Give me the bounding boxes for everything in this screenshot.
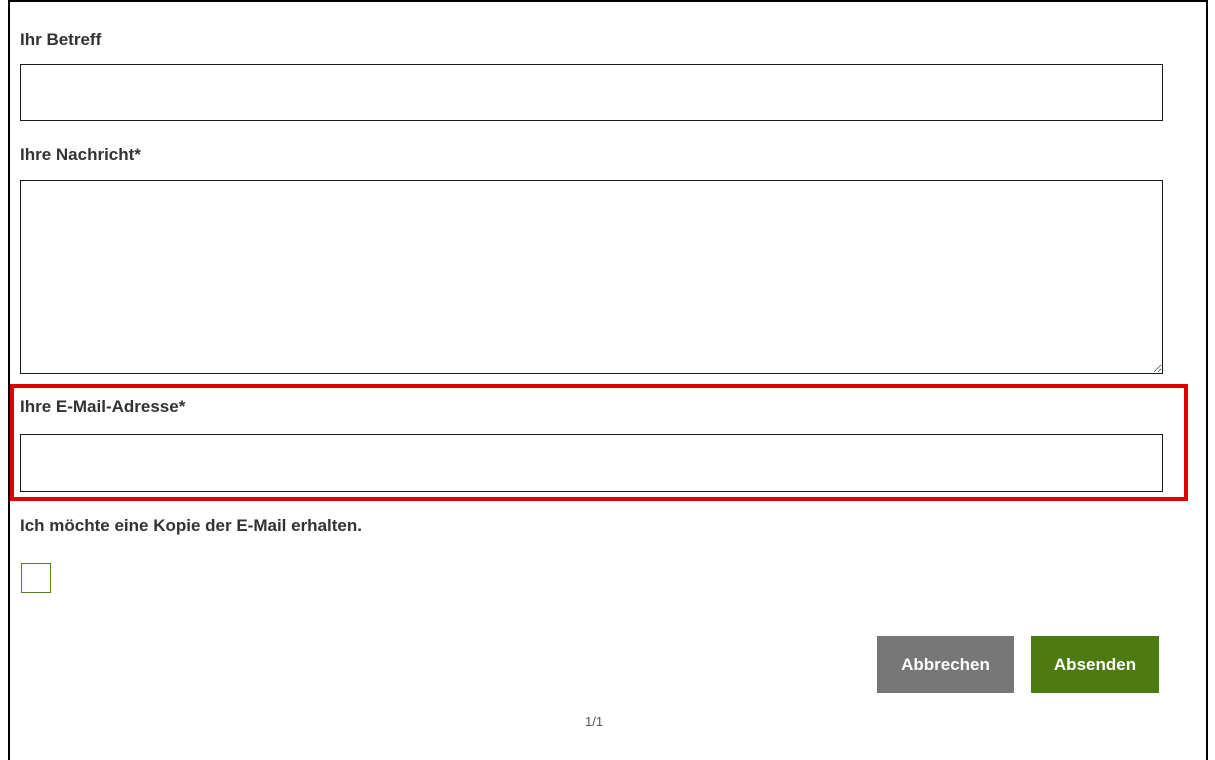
copy-label: Ich möchte eine Kopie der E-Mail erhalte… [20,516,362,535]
cancel-button[interactable]: Abbrechen [877,636,1014,693]
message-label: Ihre Nachricht* [20,145,141,164]
submit-button[interactable]: Absenden [1031,636,1159,693]
message-textarea[interactable] [20,180,1163,374]
subject-label: Ihr Betreff [20,30,102,49]
email-input[interactable] [20,434,1163,492]
subject-input[interactable] [20,64,1163,121]
page-indicator: 1/1 [585,714,604,729]
copy-checkbox[interactable] [21,563,51,593]
email-label: Ihre E-Mail-Adresse* [20,397,186,416]
